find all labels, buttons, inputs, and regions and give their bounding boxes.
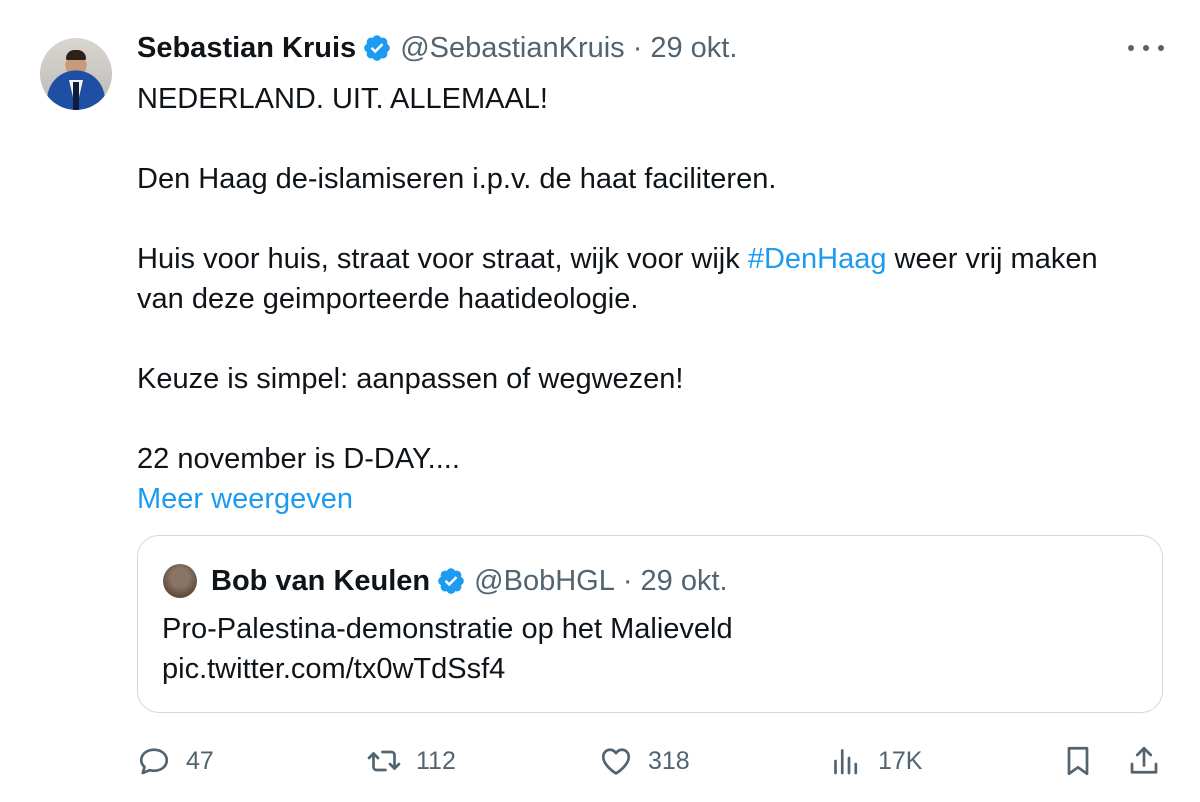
views-count: 17K: [878, 746, 923, 775]
like-button[interactable]: 318: [598, 733, 690, 789]
bookmark-button[interactable]: [1060, 733, 1096, 789]
quoted-author-handle: @BobHGL: [474, 564, 615, 597]
tweet-line: 22 november is D-DAY....: [137, 443, 460, 475]
tweet-body: NEDERLAND. UIT. ALLEMAAL! Den Haag de-is…: [137, 79, 1177, 519]
author-handle[interactable]: @SebastianKruis: [400, 32, 625, 65]
more-options-icon[interactable]: [1128, 36, 1164, 60]
quoted-media-link[interactable]: pic.twitter.com/tx0wTdSsf4: [162, 649, 733, 689]
verified-badge-icon: [364, 35, 390, 61]
share-button[interactable]: [1126, 733, 1162, 789]
tweet-date[interactable]: 29 okt.: [650, 32, 737, 65]
more-dot: [1143, 45, 1149, 51]
retweet-count: 112: [416, 746, 456, 775]
retweet-button[interactable]: 112: [366, 733, 456, 789]
share-icon: [1130, 746, 1158, 774]
retweet-icon: [367, 750, 401, 772]
avatar-tie: [73, 82, 79, 110]
views-icon: [834, 749, 858, 775]
quoted-tweet-header: Bob van Keulen @BobHGL · 29 okt.: [211, 561, 728, 601]
tweet-line: Keuze is simpel: aanpassen of wegwezen!: [137, 363, 684, 395]
tweet-line: Huis voor huis, straat voor straat, wijk…: [137, 239, 1177, 279]
quoted-tweet-date: 29 okt.: [640, 564, 728, 597]
header-separator: ·: [632, 31, 643, 64]
heart-icon: [601, 748, 631, 775]
author-name[interactable]: Sebastian Kruis: [137, 32, 356, 65]
quoted-author-avatar[interactable]: [163, 564, 197, 598]
views-button[interactable]: 17K: [828, 733, 922, 789]
bookmark-icon: [1067, 746, 1089, 776]
verified-badge-icon: [438, 568, 464, 594]
action-bar: 47 112 318 17K: [0, 733, 1200, 789]
tweet-line: Den Haag de-islamiseren i.p.v. de haat f…: [137, 163, 777, 195]
reply-icon: [139, 748, 169, 775]
tweet-header: Sebastian Kruis @SebastianKruis · 29 okt…: [137, 28, 737, 68]
tweet-line: NEDERLAND. UIT. ALLEMAAL!: [137, 83, 548, 115]
author-avatar[interactable]: [40, 38, 112, 110]
quoted-tweet-body: Pro-Palestina-demonstratie op het Maliev…: [162, 609, 733, 689]
reply-button[interactable]: 47: [136, 733, 214, 789]
show-more-link[interactable]: Meer weergeven: [137, 479, 1177, 519]
like-count: 318: [648, 746, 690, 775]
hashtag-link[interactable]: #DenHaag: [748, 243, 887, 275]
quoted-tweet[interactable]: Bob van Keulen @BobHGL · 29 okt. Pro-Pal…: [137, 535, 1163, 713]
avatar-hair: [66, 50, 86, 60]
more-dot: [1128, 45, 1134, 51]
quoted-author-name[interactable]: Bob van Keulen: [211, 565, 430, 598]
tweet-line: van deze geimporteerde haatideologie.: [137, 283, 639, 315]
more-dot: [1158, 45, 1164, 51]
tweet-line-text: Huis voor huis, straat voor straat, wijk…: [137, 243, 748, 275]
reply-count: 47: [186, 746, 214, 775]
tweet-line-text: weer vrij maken: [886, 243, 1098, 275]
quoted-header-separator: ·: [622, 564, 633, 597]
quoted-tweet-text: Pro-Palestina-demonstratie op het Maliev…: [162, 613, 733, 645]
